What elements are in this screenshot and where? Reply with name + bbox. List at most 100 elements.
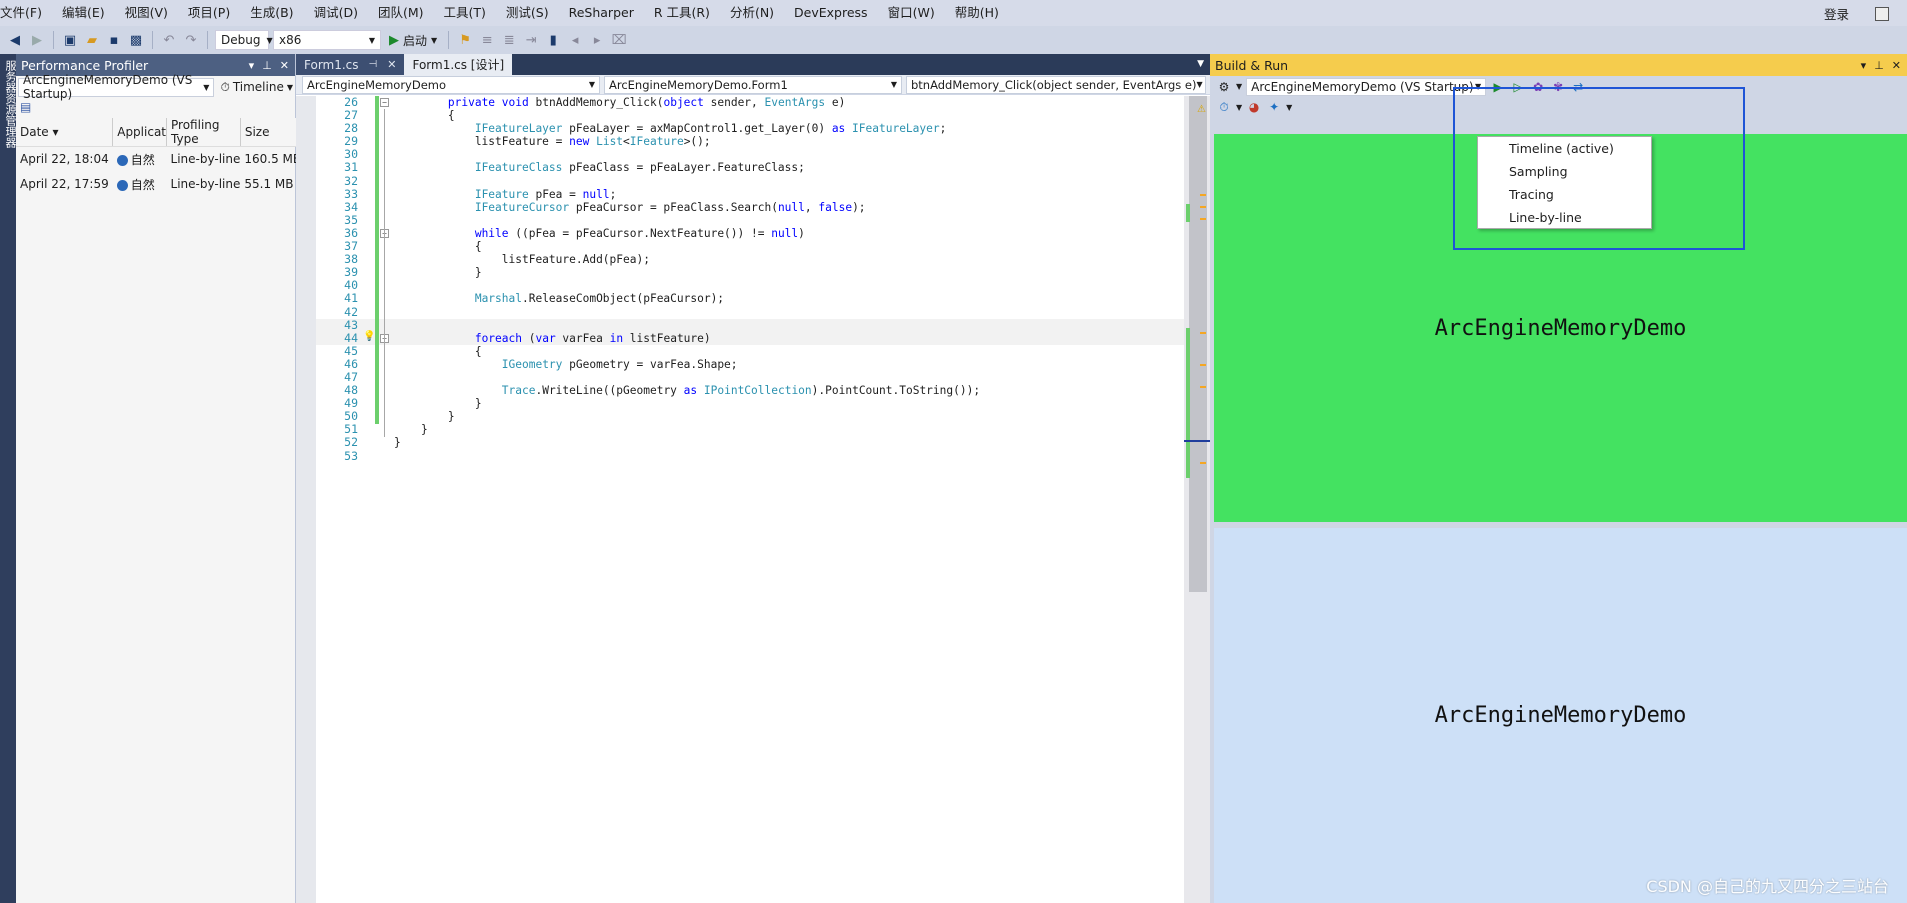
- user-icon[interactable]: [1875, 7, 1889, 21]
- nav-member-dropdown[interactable]: btnAddMemory_Click(object sender, EventA…: [906, 75, 1206, 94]
- warning-icon[interactable]: ⚠: [1197, 104, 1206, 115]
- code-line[interactable]: 49 }: [316, 397, 1184, 411]
- chevron-down-icon[interactable]: ▼: [1236, 82, 1242, 91]
- menu-team[interactable]: 团队(M): [368, 0, 434, 26]
- code-line[interactable]: 39 }: [316, 266, 1184, 280]
- indent-icon[interactable]: ⇥: [522, 31, 540, 49]
- redo-icon[interactable]: ↷: [182, 31, 200, 49]
- platform-dropdown[interactable]: x86 ▼: [273, 30, 381, 50]
- menu-view[interactable]: 视图(V): [115, 0, 178, 26]
- bookmark-icon[interactable]: ▮: [544, 31, 562, 49]
- code-line[interactable]: 48 Trace.WriteLine((pGeometry as IPointC…: [316, 383, 1184, 397]
- menu-debug[interactable]: 调试(D): [304, 0, 368, 26]
- next-bookmark-icon[interactable]: ▸: [588, 31, 606, 49]
- build-project-dropdown[interactable]: ArcEngineMemoryDemo (VS Startup) ▼: [1246, 77, 1487, 96]
- memory-chart-icon[interactable]: ◕: [1246, 99, 1262, 115]
- menu-window[interactable]: 窗口(W): [878, 0, 945, 26]
- save-all-icon[interactable]: ▩: [127, 31, 145, 49]
- code-line[interactable]: 52}: [316, 436, 1184, 450]
- menu-r-tools[interactable]: R 工具(R): [644, 0, 720, 26]
- code-line[interactable]: 42: [316, 305, 1184, 319]
- col-header-app[interactable]: Applicat: [112, 118, 168, 147]
- app-form-lower-panel[interactable]: ArcEngineMemoryDemo: [1214, 528, 1907, 903]
- menu-build[interactable]: 生成(B): [240, 0, 303, 26]
- code-line[interactable]: 53: [316, 449, 1184, 463]
- prev-bookmark-icon[interactable]: ◂: [566, 31, 584, 49]
- undo-icon[interactable]: ↶: [160, 31, 178, 49]
- menu-analyze[interactable]: 分析(N): [720, 0, 784, 26]
- code-line[interactable]: 28 IFeatureLayer pFeaLayer = axMapContro…: [316, 122, 1184, 136]
- code-line[interactable]: 26 private void btnAddMemory_Click(objec…: [316, 95, 1184, 109]
- code-line[interactable]: 51 }: [316, 423, 1184, 437]
- forward-icon[interactable]: ▶: [28, 31, 46, 49]
- uncomment-icon[interactable]: ≣: [500, 31, 518, 49]
- code-line[interactable]: 33 IFeature pFea = null;: [316, 187, 1184, 201]
- col-header-type[interactable]: Profiling Type: [166, 118, 241, 147]
- code-line[interactable]: 50 }: [316, 410, 1184, 424]
- chevron-down-icon[interactable]: ▼: [1236, 103, 1242, 112]
- start-button[interactable]: ▶ 启动 ▼: [385, 32, 441, 49]
- clear-bookmark-icon[interactable]: ⌧: [610, 31, 628, 49]
- code-line[interactable]: 46 IGeometry pGeometry = varFea.Shape;: [316, 357, 1184, 371]
- report-icon[interactable]: ▤: [20, 100, 31, 114]
- code-line[interactable]: 27 {: [316, 108, 1184, 122]
- code-line[interactable]: 43: [316, 318, 1184, 332]
- save-icon[interactable]: ▪: [105, 31, 123, 49]
- code-line[interactable]: 31 IFeatureClass pFeaClass = pFeaLayer.F…: [316, 161, 1184, 175]
- close-icon[interactable]: ✕: [387, 58, 396, 71]
- tools-icon[interactable]: ✦: [1266, 99, 1282, 115]
- open-icon[interactable]: ▰: [83, 31, 101, 49]
- code-line[interactable]: 36 while ((pFea = pFeaCursor.NextFeature…: [316, 226, 1184, 240]
- code-line[interactable]: 38 listFeature.Add(pFea);: [316, 253, 1184, 267]
- stopwatch-icon[interactable]: ⏱: [1216, 99, 1232, 115]
- col-header-size[interactable]: Size: [240, 118, 302, 147]
- nav-class-dropdown[interactable]: ArcEngineMemoryDemo.Form1 ▼: [604, 75, 902, 94]
- perf-mode-dropdown[interactable]: ⏱ Timeline ▼: [220, 80, 293, 95]
- back-icon[interactable]: ◀: [6, 31, 24, 49]
- code-line[interactable]: 29 listFeature = new List<IFeature>();: [316, 135, 1184, 149]
- code-editor[interactable]: 26 private void btnAddMemory_Click(objec…: [296, 95, 1210, 903]
- lightbulb-icon[interactable]: 💡: [363, 331, 375, 342]
- tab-overflow-icon[interactable]: ▼: [1191, 54, 1210, 75]
- fold-toggle[interactable]: −: [380, 98, 389, 107]
- code-lines[interactable]: 26 private void btnAddMemory_Click(objec…: [316, 95, 1184, 903]
- scrollbar-thumb[interactable]: [1189, 96, 1207, 592]
- comment-icon[interactable]: ≡: [478, 31, 496, 49]
- new-project-icon[interactable]: ▣: [61, 31, 79, 49]
- perf-project-dropdown[interactable]: ArcEngineMemoryDemo (VS Startup) ▼: [18, 73, 215, 101]
- code-line[interactable]: 44 foreach (var varFea in listFeature): [316, 331, 1184, 345]
- tab-form1-cs[interactable]: Form1.cs ⊣ ✕: [296, 54, 405, 75]
- menu-resharper[interactable]: ReSharper: [559, 0, 644, 26]
- menu-edit[interactable]: 编辑(E): [52, 0, 115, 26]
- dropdown-icon[interactable]: ▾: [1861, 59, 1867, 72]
- code-line[interactable]: 37 {: [316, 239, 1184, 253]
- build-config-icon[interactable]: ⚙: [1216, 79, 1232, 95]
- menu-help[interactable]: 帮助(H): [945, 0, 1009, 26]
- col-header-date[interactable]: Date ▾: [16, 118, 114, 147]
- close-icon[interactable]: ✕: [1892, 59, 1901, 72]
- chevron-down-icon[interactable]: ▼: [1286, 103, 1292, 112]
- code-line[interactable]: 34 IFeatureCursor pFeaCursor = pFeaClass…: [316, 200, 1184, 214]
- menu-project[interactable]: 项目(P): [178, 0, 240, 26]
- pin-icon[interactable]: ⊣: [369, 59, 378, 70]
- menu-devexpress[interactable]: DevExpress: [784, 0, 878, 26]
- code-line[interactable]: 30: [316, 148, 1184, 161]
- server-explorer-strip[interactable]: 服务器资源管理器: [0, 54, 17, 903]
- code-line[interactable]: 45 {: [316, 344, 1184, 358]
- code-line[interactable]: 35: [316, 213, 1184, 227]
- table-row[interactable]: April 22, 17:59 自然 Line-by-line 55.1 MB: [16, 172, 301, 197]
- table-row[interactable]: April 22, 18:04 自然 Line-by-line 160.5 MB: [16, 147, 301, 172]
- find-icon[interactable]: ⚑: [456, 31, 474, 49]
- nav-project-dropdown[interactable]: ArcEngineMemoryDemo ▼: [302, 75, 600, 94]
- code-line[interactable]: 32: [316, 174, 1184, 188]
- pin-icon[interactable]: ⊥: [1874, 59, 1884, 72]
- tab-form1-design[interactable]: Form1.cs [设计]: [404, 54, 513, 75]
- code-line[interactable]: 41 Marshal.ReleaseComObject(pFeaCursor);: [316, 292, 1184, 306]
- code-line[interactable]: 47: [316, 370, 1184, 384]
- solution-config-dropdown[interactable]: Debug ▼: [215, 30, 273, 50]
- editor-scrollbar[interactable]: ⚠: [1184, 96, 1210, 903]
- menu-tools[interactable]: 工具(T): [434, 0, 496, 26]
- menu-file[interactable]: 文件(F): [0, 0, 52, 26]
- pin-icon[interactable]: ⊥: [262, 59, 272, 72]
- code-line[interactable]: 40: [316, 279, 1184, 292]
